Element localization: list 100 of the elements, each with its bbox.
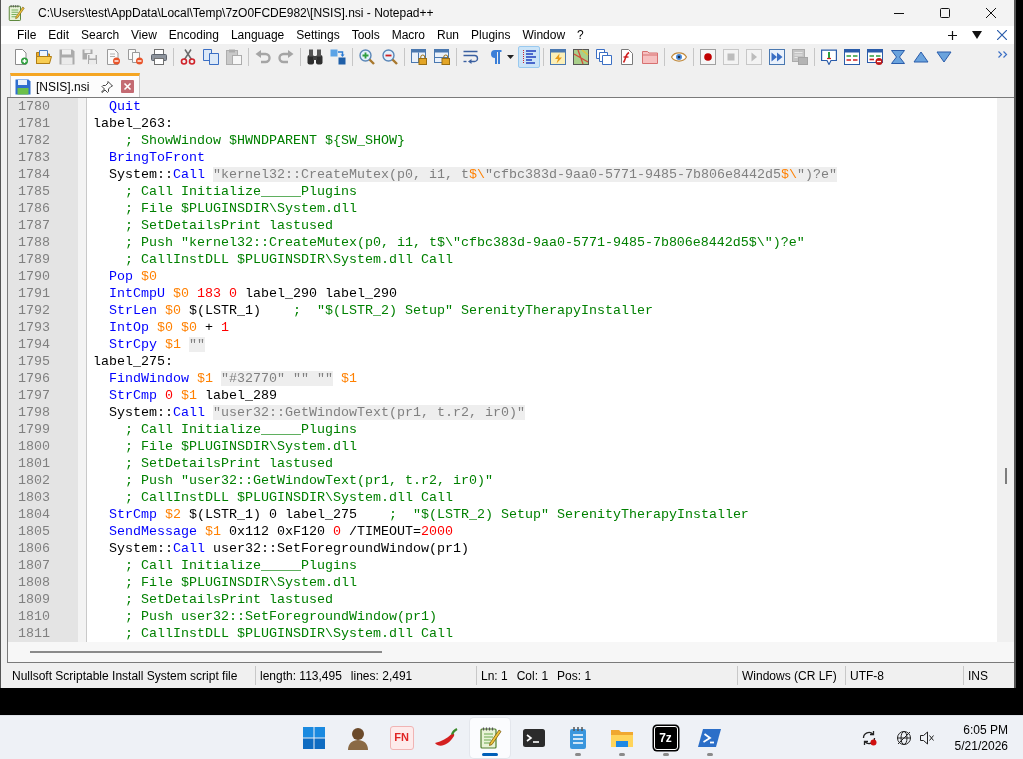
menu-item[interactable]: Language — [224, 26, 291, 44]
triangle-down-icon — [936, 49, 952, 65]
line-number: 1806 — [18, 540, 50, 557]
globe-crossed-icon[interactable] — [895, 729, 912, 746]
undo-icon — [255, 49, 271, 65]
binoculars-icon — [307, 49, 323, 65]
speaker-muted-icon[interactable] — [918, 729, 935, 746]
indent-lines-icon — [521, 49, 537, 65]
line-number: 1795 — [18, 353, 50, 370]
close-icon — [121, 80, 135, 93]
code-line: ; SetDetailsPrint lastused — [125, 217, 333, 234]
page-plus-icon — [13, 49, 29, 65]
window-lock-icon — [411, 49, 427, 65]
eye-icon — [671, 49, 687, 65]
scrollbar-thumb[interactable] — [1004, 468, 1007, 484]
code-line: ; Push "kernel32::CreateMutex(p0, i1, t$\"cfbc383d-9aa0-5771-9485-7b806e8442d5$\")?e" — [125, 234, 805, 251]
code-line: IntOp $0 $0 + 1 — [109, 319, 229, 336]
line-number: 1793 — [18, 319, 50, 336]
plus-icon — [947, 30, 957, 40]
scrollbar-thumb[interactable] — [30, 651, 382, 653]
caret-down-icon — [506, 55, 514, 59]
line-number: 1796 — [18, 370, 50, 387]
page-curve-icon — [619, 49, 635, 65]
menu-item[interactable]: Settings — [290, 26, 346, 44]
close-icon — [997, 30, 1007, 40]
code-line: BringToFront — [109, 149, 205, 166]
person-silhouette-icon — [345, 725, 370, 750]
triangle-up-icon — [913, 49, 929, 65]
toolbar-button[interactable] — [818, 46, 840, 68]
notepad-pen-icon — [7, 4, 25, 22]
status-text: Col: 1 — [516, 667, 549, 685]
taskbar-button[interactable] — [469, 717, 510, 758]
menu-item[interactable]: Encoding — [162, 26, 225, 44]
line-number: 1797 — [18, 387, 50, 404]
toolbar-button[interactable] — [570, 46, 592, 68]
menu-item[interactable]: Window — [516, 26, 572, 44]
list-window-minus-icon — [867, 49, 883, 65]
code-line: System::Call "user32::GetWindowText(pr1, t.r2, ir0)" — [109, 404, 525, 421]
menu-item[interactable]: File — [11, 26, 43, 44]
menu-item[interactable]: Search — [75, 26, 126, 44]
line-number: 1781 — [18, 115, 50, 132]
status-text: Windows (CR LF) — [742, 667, 837, 685]
line-number: 1791 — [18, 285, 50, 302]
triangle-down-icon — [972, 31, 982, 39]
menu-item[interactable]: Tools — [345, 26, 386, 44]
code-line: IntCmpU $0 183 0 label_290 label_290 — [109, 285, 397, 302]
printer-icon — [151, 49, 167, 65]
wrap-lines-icon — [463, 49, 479, 65]
toolbar-button[interactable] — [841, 46, 863, 68]
line-number: 1803 — [18, 489, 50, 506]
file-tab[interactable]: [NSIS].nsi — [10, 73, 141, 97]
code-line: StrLen $0 $(LSTR_1) ; "$(LSTR_2) Setup" SerenityTherapyInstaller — [109, 302, 653, 319]
redo-icon — [278, 49, 294, 65]
toolbar-button[interactable] — [697, 46, 719, 68]
hourglass-icon — [890, 49, 906, 65]
line-number: 1792 — [18, 302, 50, 319]
line-number: 1809 — [18, 591, 50, 608]
toolbar-button[interactable] — [148, 46, 170, 68]
line-number: 1798 — [18, 404, 50, 421]
menu-item[interactable]: Edit — [42, 26, 76, 44]
code-line: label_275: — [93, 353, 173, 370]
menu-item[interactable]: Macro — [385, 26, 431, 44]
taskbar-button[interactable]: 7z — [645, 717, 686, 758]
line-number: 1783 — [18, 149, 50, 166]
toolbar-button[interactable] — [864, 46, 886, 68]
sync-alert-icon[interactable] — [860, 729, 877, 746]
code-line: ; CallInstDLL $PLUGINSDIR\System.dll Call — [125, 251, 453, 268]
code-line: ; Push "user32::GetWindowText(pr1, t.r2, ir0)" — [125, 472, 493, 489]
line-number: 1782 — [18, 132, 50, 149]
code-line: ; File $PLUGINSDIR\System.dll — [125, 574, 357, 591]
menu-item[interactable]: View — [125, 26, 163, 44]
line-number: 1787 — [18, 217, 50, 234]
line-number: 1811 — [18, 625, 50, 642]
folder-icon — [642, 49, 658, 65]
page-minus-icon — [105, 49, 121, 65]
clock[interactable]: 6:05 PM 5/21/2026 — [954, 721, 1008, 754]
menu-item[interactable]: Plugins — [465, 26, 517, 44]
code-line: ; SetDetailsPrint lastused — [125, 455, 333, 472]
pin-icon — [101, 80, 114, 93]
copy-icon — [203, 49, 219, 65]
line-number: 1801 — [18, 455, 50, 472]
line-number: 1784 — [18, 166, 50, 183]
line-number: 1804 — [18, 506, 50, 523]
menu-item[interactable]: Run — [431, 26, 466, 44]
horizontal-scrollbar[interactable] — [8, 642, 1014, 662]
maximize-icon — [940, 8, 950, 18]
line-number: 1800 — [18, 438, 50, 455]
toolbar-overflow-button[interactable] — [997, 49, 1009, 59]
vertical-scrollbar[interactable] — [997, 98, 1014, 642]
grid-window-icon — [792, 49, 808, 65]
code-line: StrCmp $2 $(LSTR_1) 0 label_275 ; "$(LSTR_2) Setup" SerenityTherapyInstaller — [109, 506, 749, 523]
status-text: INS — [968, 667, 988, 685]
play-icon — [746, 49, 762, 65]
code-line: ; File $PLUGINSDIR\System.dll — [125, 438, 357, 455]
line-number: 1799 — [18, 421, 50, 438]
menu-item[interactable]: ? — [571, 26, 590, 44]
code-line: ; SetDetailsPrint lastused — [125, 591, 333, 608]
double-chevron-icon — [998, 50, 1008, 58]
taskbar-button[interactable]: FN — [381, 717, 422, 758]
line-number: 1810 — [18, 608, 50, 625]
